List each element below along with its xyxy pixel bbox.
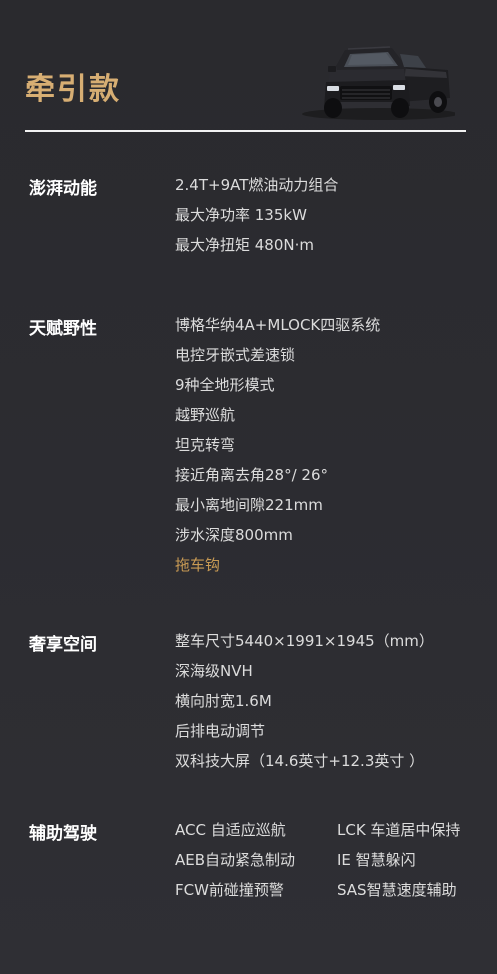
list-item: 坦克转弯 [175, 436, 236, 454]
grid-row: AEB自动紧急制动 IE 智慧躲闪 [175, 845, 475, 875]
list-item: 最大净扭矩 480N·m [175, 236, 314, 254]
feature-grid: ACC 自适应巡航 LCK 车道居中保持 AEB自动紧急制动 IE 智慧躲闪 F… [175, 815, 475, 905]
list-item: 最小离地间隙221mm [175, 496, 323, 514]
list-item: 博格华纳4A+MLOCK四驱系统 [175, 316, 381, 334]
list-item: 横向肘宽1.6M [175, 692, 272, 710]
grid-row: ACC 自适应巡航 LCK 车道居中保持 [175, 815, 475, 845]
list-item: 接近角离去角28°/ 26° [175, 466, 328, 484]
section-title: 澎湃动能 [29, 179, 97, 199]
grid-cell: ACC 自适应巡航 [175, 821, 286, 839]
list-item: 9种全地形模式 [175, 376, 275, 394]
grid-cell: LCK 车道居中保持 [337, 821, 461, 839]
grid-cell: AEB自动紧急制动 [175, 851, 296, 869]
tow-hook-item: 拖车钩 [175, 556, 221, 574]
section-title: 奢享空间 [29, 635, 97, 655]
grid-cell: SAS智慧速度辅助 [337, 881, 457, 899]
list-item: 越野巡航 [175, 406, 236, 424]
list-item: 双科技大屏（14.6英寸+12.3英寸 ） [175, 752, 425, 770]
list-item: 2.4T+9AT燃油动力组合 [175, 176, 339, 194]
section-title: 天赋野性 [29, 319, 97, 339]
list-item: 深海级NVH [175, 662, 253, 680]
list-item: 整车尺寸5440×1991×1945（mm） [175, 632, 434, 650]
list-item: 后排电动调节 [175, 722, 266, 740]
grid-cell: IE 智慧躲闪 [337, 851, 416, 869]
grid-row: FCW前碰撞预警 SAS智慧速度辅助 [175, 875, 475, 905]
section-title: 辅助驾驶 [29, 824, 97, 844]
list-item: 最大净功率 135kW [175, 206, 307, 224]
grid-cell: FCW前碰撞预警 [175, 881, 284, 899]
pickup-truck-image [302, 46, 455, 120]
list-item: 电控牙嵌式差速锁 [175, 346, 296, 364]
page-title: 牵引款 [25, 72, 121, 107]
header-divider [25, 130, 466, 132]
list-item: 涉水深度800mm [175, 526, 293, 544]
feature-list: 2.4T+9AT燃油动力组合 最大净功率 135kW 最大净扭矩 480N·m [175, 170, 338, 260]
feature-list: 整车尺寸5440×1991×1945（mm） 深海级NVH 横向肘宽1.6M 后… [175, 626, 434, 776]
feature-list: 博格华纳4A+MLOCK四驱系统 电控牙嵌式差速锁 9种全地形模式 越野巡航 坦… [175, 310, 380, 580]
header: 牵引款 [0, 0, 497, 135]
